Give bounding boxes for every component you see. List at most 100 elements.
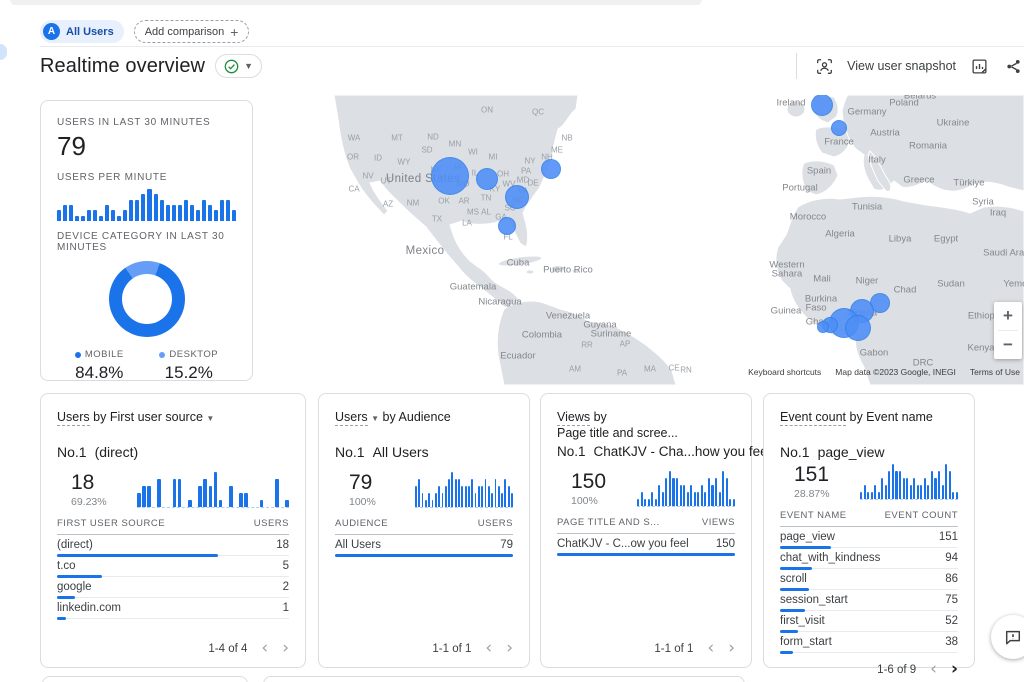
card-views-by-page-title: Views by Page title and scree... No.1 Cha… (540, 393, 752, 668)
map-user-circles (258, 95, 1024, 385)
card-title-metric-selector[interactable]: Users ▼ by Audience (335, 410, 513, 442)
map-user-circle (431, 157, 469, 195)
column-header: EVENT NAME (780, 510, 847, 521)
users-30min-value: 79 (57, 131, 236, 162)
table-row[interactable]: page_view151 (780, 527, 958, 548)
rank-label: No.1 (557, 444, 586, 459)
avatar: A (43, 23, 60, 40)
prev-page-icon[interactable]: ‹ (485, 640, 492, 657)
map-user-circle (817, 321, 829, 333)
user-snapshot-icon[interactable] (813, 55, 835, 77)
map-user-circle (476, 168, 498, 190)
card-event-count-by-event-name: Event count by Event name No.1page_view … (763, 393, 975, 668)
map-user-circle (498, 217, 516, 235)
top-item-value: 151 (794, 464, 852, 485)
data-status-dropdown[interactable]: ▼ (215, 54, 262, 78)
column-header: FIRST USER SOURCE (57, 518, 165, 529)
card-title-metric-selector[interactable]: Event count by Event name (780, 410, 958, 442)
prev-page-icon[interactable]: ‹ (930, 661, 937, 678)
top-item-value: 18 (71, 472, 129, 493)
green-check-icon (224, 59, 239, 74)
column-header: EVENT COUNT (885, 510, 958, 521)
next-page-icon[interactable]: › (951, 661, 958, 678)
top-item-pct: 100% (571, 495, 629, 507)
column-header: AUDIENCE (335, 518, 388, 529)
top-item-name: page_view (818, 444, 885, 460)
legend-mobile: MOBILE 84.8% (75, 349, 124, 383)
pagination-label: 1-4 of 4 (208, 643, 247, 655)
page-title: Realtime overview (40, 55, 205, 78)
map-data-credit: Map data ©2023 Google, INEGI (835, 367, 956, 377)
nav-pill-remnant (0, 44, 7, 60)
table-row[interactable]: linkedin.com1 (57, 598, 289, 619)
title-row: Realtime overview ▼ View user snapshot (40, 50, 1024, 82)
prev-page-icon[interactable]: ‹ (707, 640, 714, 657)
table-row[interactable]: session_start75 (780, 590, 958, 611)
zoom-out-button[interactable]: − (994, 331, 1022, 359)
table-row[interactable]: ChatKJV - C...ow you feel150 (557, 534, 735, 555)
table-row[interactable]: chat_with_kindness94 (780, 548, 958, 569)
pagination-label: 1-6 of 9 (877, 664, 916, 676)
top-item-value: 79 (349, 472, 407, 493)
zoom-in-button[interactable]: + (994, 302, 1022, 330)
feedback-button[interactable] (991, 615, 1024, 659)
top-item-name: (direct) (95, 444, 139, 460)
table-row[interactable]: All Users79 (335, 535, 513, 556)
share-icon[interactable] (1002, 55, 1024, 77)
divider (40, 46, 1024, 47)
add-comparison-button[interactable]: Add comparison + (134, 20, 250, 43)
next-row-card-remnant (263, 676, 745, 682)
view-user-snapshot-label[interactable]: View user snapshot (847, 59, 956, 73)
customize-report-icon[interactable] (968, 55, 990, 77)
all-users-label: All Users (66, 26, 114, 38)
chevron-down-icon: ▼ (244, 61, 253, 71)
column-header: PAGE TITLE AND S... (557, 517, 660, 528)
terms-of-use-link[interactable]: Terms of Use (970, 367, 1020, 377)
desktop-pct: 15.2% (159, 363, 218, 383)
card-title-metric-selector[interactable]: Users by First user source ▼ (57, 410, 289, 442)
next-page-icon[interactable]: › (282, 640, 289, 657)
prev-page-icon[interactable]: ‹ (261, 640, 268, 657)
top-item-pct: 100% (349, 496, 407, 508)
pagination-label: 1-1 of 1 (432, 643, 471, 655)
top-item-name: ChatKJV - Cha...how you feel (594, 444, 771, 459)
all-users-chip[interactable]: A All Users (40, 20, 124, 43)
desktop-dot-icon (159, 352, 165, 358)
top-item-pct: 28.87% (794, 488, 852, 500)
table-row[interactable]: google2 (57, 577, 289, 598)
map-user-circle (845, 315, 871, 341)
table-row[interactable]: t.co5 (57, 556, 289, 577)
device-category-donut-chart (109, 261, 185, 337)
divider (796, 53, 797, 79)
map-attribution: Keyboard shortcuts Map data ©2023 Google… (258, 367, 1024, 377)
next-page-icon[interactable]: › (506, 640, 513, 657)
map-user-circle (541, 159, 561, 179)
pagination-label: 1-1 of 1 (654, 643, 693, 655)
top-item-name: All Users (373, 444, 429, 460)
map-user-circle (831, 120, 847, 136)
table-row[interactable]: scroll86 (780, 569, 958, 590)
search-bar-remnant (10, 0, 702, 5)
sparkline-chart (137, 472, 289, 508)
next-page-icon[interactable]: › (728, 640, 735, 657)
users-per-minute-label: USERS PER MINUTE (57, 172, 236, 183)
sparkline-chart (415, 472, 513, 508)
top-item-pct: 69.23% (71, 496, 129, 508)
table-body: page_view151chat_with_kindness94scroll86… (780, 527, 958, 653)
world-map[interactable]: WAORIDMTWYNDSDMNNENVUTCAAZNMOKIAMOARTXLA… (258, 95, 1024, 385)
feedback-icon (1004, 628, 1022, 646)
table-body: All Users79 (335, 535, 513, 556)
caret-icon: ▼ (371, 414, 379, 423)
top-item-value: 150 (571, 471, 629, 492)
table-row[interactable]: (direct)18 (57, 535, 289, 556)
keyboard-shortcuts-link[interactable]: Keyboard shortcuts (748, 367, 821, 377)
table-row[interactable]: first_visit52 (780, 611, 958, 632)
column-header: USERS (254, 518, 289, 529)
table-row[interactable]: form_start38 (780, 632, 958, 653)
rank-label: No.1 (57, 444, 87, 460)
card-users-by-audience: Users ▼ by Audience No.1All Users 79 100… (318, 393, 530, 668)
legend-desktop: DESKTOP 15.2% (159, 349, 218, 383)
rank-label: No.1 (780, 444, 810, 460)
card-title-metric-selector[interactable]: Views by Page title and scree... (557, 410, 735, 442)
table-body: (direct)18t.co5google2linkedin.com1 (57, 535, 289, 619)
